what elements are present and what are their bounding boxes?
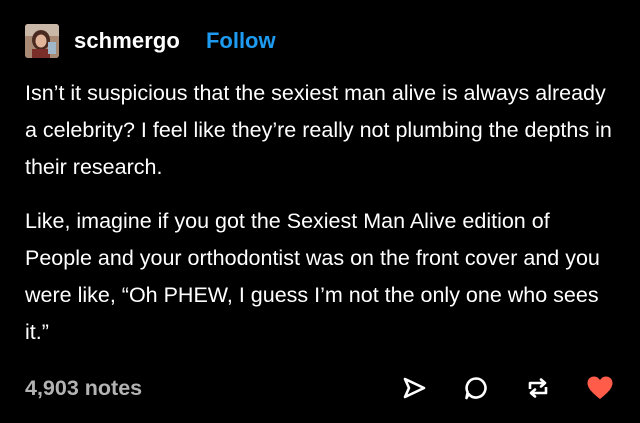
post-paragraph: Isn’t it suspicious that the sexiest man…	[25, 81, 612, 179]
avatar[interactable]	[25, 24, 59, 58]
notes-count[interactable]: 4,903 notes	[25, 376, 142, 401]
post-footer: 4,903 notes	[25, 370, 615, 406]
reply-button[interactable]	[461, 373, 491, 403]
post-paragraph: Like, imagine if you got the Sexiest Man…	[25, 209, 600, 344]
post-body: Isn’t it suspicious that the sexiest man…	[25, 75, 620, 368]
comment-icon	[465, 377, 487, 400]
post-header: schmergo Follow	[25, 24, 276, 58]
follow-button[interactable]: Follow	[206, 28, 276, 54]
like-button[interactable]	[585, 373, 615, 403]
reblog-icon	[528, 378, 548, 398]
send-icon	[403, 377, 426, 399]
username[interactable]: schmergo	[74, 28, 180, 54]
post-actions	[367, 373, 615, 403]
heart-icon	[587, 376, 613, 399]
tumblr-post: schmergo Follow Isn’t it suspicious that…	[0, 0, 640, 423]
reblog-button[interactable]	[523, 373, 553, 403]
share-button[interactable]	[399, 373, 429, 403]
